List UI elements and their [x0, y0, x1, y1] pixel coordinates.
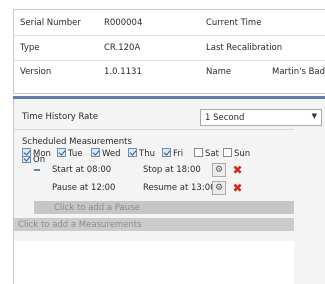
start-time-label[interactable]: Start at 08:00 [52, 165, 111, 175]
name-label: Name [206, 67, 232, 77]
row-separator [14, 35, 325, 36]
version-label: Version [20, 67, 52, 77]
thu-label: Thu [139, 149, 155, 159]
sun-label: Sun [234, 149, 251, 159]
row-separator [14, 60, 325, 61]
time-history-rate-label: Time History Rate [22, 112, 98, 122]
wed-checkbox[interactable] [91, 148, 100, 157]
day-checkbox-mon[interactable]: Mon [22, 148, 51, 159]
day-checkbox-fri[interactable]: Fri [162, 148, 183, 159]
day-checkbox-wed[interactable]: Wed [91, 148, 121, 159]
type-label: Type [20, 43, 40, 53]
name-value[interactable]: Martin's Badge [272, 67, 325, 77]
pause-time-label[interactable]: Pause at 12:00 [52, 183, 115, 193]
fri-label: Fri [173, 149, 184, 159]
mon-label: Mon [33, 149, 51, 159]
day-checkbox-sun[interactable]: Sun [223, 148, 250, 159]
sun-checkbox[interactable] [223, 148, 232, 157]
thu-checkbox[interactable] [128, 148, 137, 157]
device-info-panel: Serial Number R000004 Current Time Type … [13, 9, 325, 94]
sat-checkbox[interactable] [194, 148, 203, 157]
resume-time-label[interactable]: Resume at 13:00 [143, 183, 216, 193]
add-measurement-bar[interactable]: Click to add a Measurements [14, 218, 294, 231]
tue-label: Tue [68, 149, 83, 159]
day-checkbox-thu[interactable]: Thu [128, 148, 155, 159]
time-history-rate-value: 1 Second [205, 112, 245, 123]
stop-time-label[interactable]: Stop at 18:00 [143, 165, 201, 175]
gear-icon[interactable]: ⚙ [212, 181, 226, 195]
row-separator [14, 129, 294, 130]
add-measurement-label: Click to add a Measurements [18, 219, 142, 230]
version-value: 1.0.1131 [104, 67, 142, 77]
time-history-rate-select[interactable]: 1 Second ▼ [200, 109, 322, 126]
add-pause-label: Click to add a Pause [54, 202, 140, 213]
sat-label: Sat [205, 149, 219, 159]
serial-number-label: Serial Number [20, 18, 81, 28]
scheduled-measurements-label: Scheduled Measurements [22, 137, 132, 147]
last-recalibration-label: Last Recalibration [206, 43, 283, 53]
day-checkbox-tue[interactable]: Tue [57, 148, 83, 159]
dropdown-arrow-icon[interactable]: ▼ [312, 112, 317, 120]
collapse-icon[interactable] [34, 169, 40, 171]
settings-panel: Time History Rate 1 Second ▼ Scheduled M… [13, 99, 325, 284]
type-value: CR.120A [104, 43, 141, 53]
fri-checkbox[interactable] [162, 148, 171, 157]
day-checkbox-sat[interactable]: Sat [194, 148, 219, 159]
delete-icon[interactable]: ✖ [231, 181, 244, 195]
delete-icon[interactable]: ✖ [231, 163, 244, 177]
wed-label: Wed [102, 149, 121, 159]
gear-icon[interactable]: ⚙ [212, 163, 226, 177]
current-time-label: Current Time [206, 18, 262, 28]
serial-number-value: R000004 [104, 18, 143, 28]
mon-checkbox[interactable] [22, 148, 31, 157]
schedule-list-area [14, 241, 294, 284]
add-pause-bar[interactable]: Click to add a Pause [34, 201, 294, 214]
tue-checkbox[interactable] [57, 148, 66, 157]
